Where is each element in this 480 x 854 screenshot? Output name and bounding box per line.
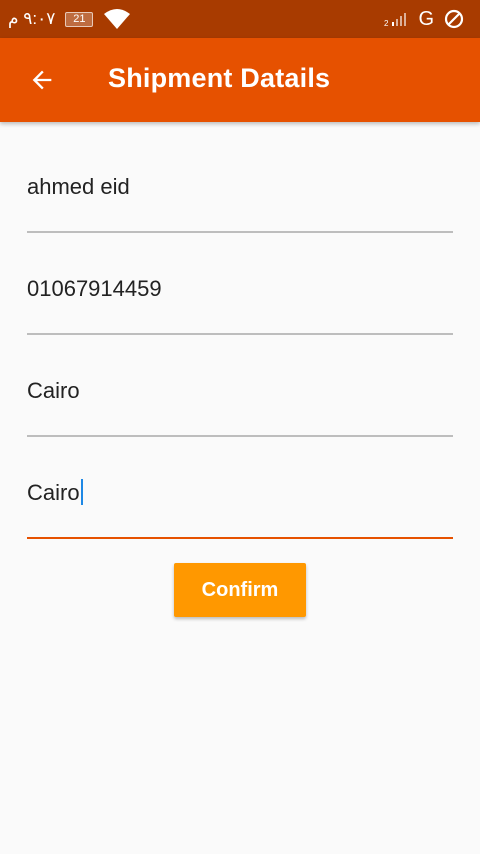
- battery-level: 21: [73, 12, 86, 25]
- text-caret: [80, 479, 83, 505]
- svg-text:2: 2: [384, 19, 389, 27]
- phone-field-underline: [27, 333, 453, 335]
- city-field-value: Cairo: [27, 378, 80, 403]
- status-left: ٩:٠٧ م 21: [8, 0, 131, 38]
- city-field[interactable]: Cairo: [27, 377, 453, 437]
- back-button[interactable]: [22, 62, 62, 98]
- battery-icon: 21: [65, 11, 94, 27]
- signal-icon: 2: [384, 13, 407, 27]
- status-right: 2 G: [384, 0, 464, 38]
- city-field-underline: [27, 435, 453, 437]
- address-field[interactable]: Cairo: [27, 479, 453, 539]
- address-field-value-wrap: Cairo: [27, 479, 83, 507]
- page-title: Shipment Datails: [108, 63, 331, 93]
- name-field[interactable]: ahmed eid: [27, 173, 453, 233]
- wifi-icon: [104, 9, 131, 29]
- address-field-value: Cairo: [27, 480, 80, 505]
- address-field-underline: [27, 537, 453, 539]
- dnd-icon: [444, 9, 464, 29]
- network-type: G: [418, 7, 434, 30]
- phone-field-value: 01067914459: [27, 276, 162, 301]
- status-time: ٩:٠٧ م: [8, 9, 56, 28]
- name-field-underline: [27, 231, 453, 233]
- phone-field[interactable]: 01067914459: [27, 275, 453, 335]
- arrow-left-icon: [32, 70, 52, 90]
- status-bar: ٩:٠٧ م 21 2 G: [0, 0, 480, 38]
- name-field-value: ahmed eid: [27, 174, 130, 199]
- confirm-button[interactable]: Confirm: [174, 563, 306, 617]
- app-bar: Shipment Datails: [0, 38, 480, 122]
